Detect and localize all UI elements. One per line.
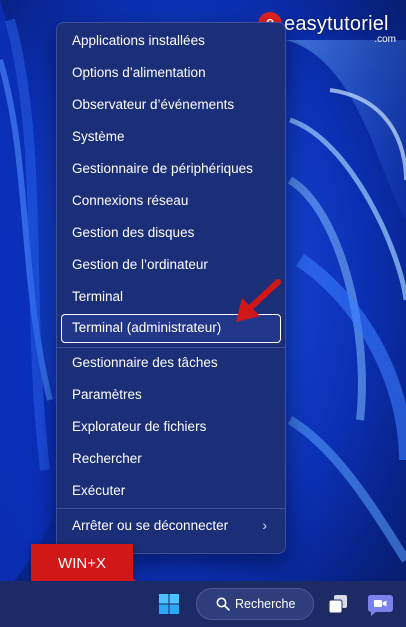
teams-chat-icon xyxy=(367,595,393,616)
menu-item-network-connections[interactable]: Connexions réseau xyxy=(61,186,281,215)
task-view-button[interactable] xyxy=(324,590,354,618)
menu-item-file-explorer[interactable]: Explorateur de fichiers xyxy=(61,412,281,441)
windows-start-icon xyxy=(159,594,179,614)
menu-item-power-options[interactable]: Options d’alimentation xyxy=(61,58,281,87)
menu-item-task-manager[interactable]: Gestionnaire des tâches xyxy=(61,348,281,377)
taskbar-search[interactable]: Recherche xyxy=(196,588,314,620)
search-icon xyxy=(216,597,230,611)
annotation-arrow-icon xyxy=(236,279,281,322)
watermark-name: easytutoriel xyxy=(284,13,389,35)
start-button[interactable] xyxy=(152,590,186,618)
search-label: Recherche xyxy=(235,597,296,611)
menu-item-event-viewer[interactable]: Observateur d’événements xyxy=(61,90,281,119)
taskbar: Recherche xyxy=(0,581,406,627)
menu-item-device-manager[interactable]: Gestionnaire de périphériques xyxy=(61,154,281,183)
shutdown-signout-label: Arrêter ou se déconnecter xyxy=(72,518,229,533)
menu-item-run[interactable]: Exécuter xyxy=(61,476,281,505)
chevron-right-icon: › xyxy=(262,517,267,533)
menu-item-settings[interactable]: Paramètres xyxy=(61,380,281,409)
menu-item-search[interactable]: Rechercher xyxy=(61,444,281,473)
menu-item-shutdown-signout[interactable]: Arrêter ou se déconnecter › xyxy=(61,511,281,540)
menu-item-disk-management[interactable]: Gestion des disques xyxy=(61,218,281,247)
teams-chat-button[interactable] xyxy=(366,590,396,618)
task-view-icon xyxy=(328,595,347,614)
menu-item-computer-management[interactable]: Gestion de l’ordinateur xyxy=(61,250,281,279)
watermark-tld: .com xyxy=(374,34,396,45)
menu-item-installed-apps[interactable]: Applications installées xyxy=(61,26,281,55)
menu-item-system[interactable]: Système xyxy=(61,122,281,151)
menu-divider xyxy=(57,508,285,509)
